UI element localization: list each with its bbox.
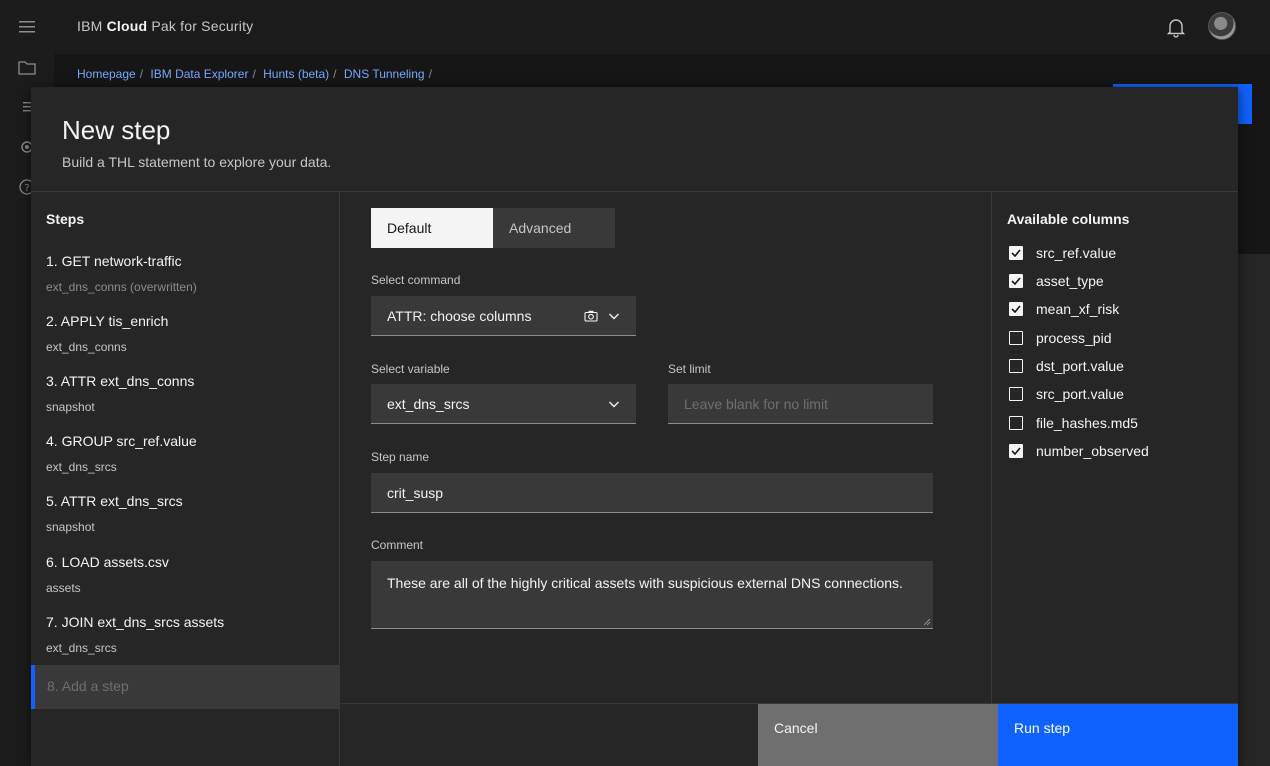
column-option[interactable]: process_pid bbox=[1009, 329, 1112, 347]
menu-icon[interactable] bbox=[16, 16, 38, 38]
step-name: 3. ATTR ext_dns_conns bbox=[46, 373, 195, 389]
breadcrumb-homepage[interactable]: Homepage bbox=[77, 67, 136, 81]
step-item[interactable]: 6. LOAD assets.csv assets bbox=[46, 553, 326, 595]
breadcrumb-hunts[interactable]: Hunts (beta) bbox=[263, 67, 329, 81]
checkbox[interactable] bbox=[1009, 274, 1023, 288]
step-name-value: crit_susp bbox=[387, 484, 444, 501]
mode-switcher: Default Advanced bbox=[371, 208, 615, 248]
step-item[interactable]: 1. GET network-traffic ext_dns_conns (ov… bbox=[46, 252, 326, 294]
comment-textarea[interactable]: These are all of the highly critical ass… bbox=[371, 561, 933, 629]
chevron-down-icon bbox=[609, 401, 619, 408]
checkbox[interactable] bbox=[1009, 416, 1023, 430]
columns-title: Available columns bbox=[1007, 211, 1130, 227]
variable-dropdown[interactable]: ext_dns_srcs bbox=[371, 384, 636, 424]
column-option[interactable]: asset_type bbox=[1009, 272, 1104, 290]
column-label: asset_type bbox=[1036, 273, 1104, 289]
step-variable: snapshot bbox=[46, 520, 95, 534]
step-variable: ext_dns_srcs bbox=[46, 460, 117, 474]
user-avatar[interactable] bbox=[1208, 12, 1236, 40]
step-name: 6. LOAD assets.csv bbox=[46, 554, 169, 570]
column-label: process_pid bbox=[1036, 330, 1112, 346]
step-form: Default Advanced Select command ATTR: ch… bbox=[341, 192, 992, 766]
checkbox[interactable] bbox=[1009, 387, 1023, 401]
variable-value: ext_dns_srcs bbox=[387, 395, 470, 412]
column-label: number_observed bbox=[1036, 443, 1149, 459]
step-name-label: Step name bbox=[371, 450, 430, 464]
checkbox[interactable] bbox=[1009, 302, 1023, 316]
step-item[interactable]: 3. ATTR ext_dns_conns snapshot bbox=[46, 372, 326, 414]
command-value: ATTR: choose columns bbox=[387, 307, 532, 324]
step-name: 2. APPLY tis_enrich bbox=[46, 313, 169, 329]
modal-footer: Cancel Run step bbox=[341, 703, 1238, 766]
step-item[interactable]: 4. GROUP src_ref.value ext_dns_srcs bbox=[46, 432, 326, 474]
cancel-button[interactable]: Cancel bbox=[758, 704, 998, 766]
modal-body: Steps 1. GET network-traffic ext_dns_con… bbox=[31, 191, 1238, 766]
checkbox[interactable] bbox=[1009, 359, 1023, 373]
modal-subtitle: Build a THL statement to explore your da… bbox=[62, 154, 332, 170]
breadcrumb-dns-tunneling[interactable]: DNS Tunneling bbox=[344, 67, 425, 81]
modal-title: New step bbox=[62, 115, 171, 145]
column-option[interactable]: src_ref.value bbox=[1009, 244, 1116, 262]
column-option[interactable]: file_hashes.md5 bbox=[1009, 414, 1138, 432]
camera-icon[interactable] bbox=[584, 309, 598, 323]
folder-icon[interactable] bbox=[16, 57, 38, 79]
column-option[interactable]: number_observed bbox=[1009, 442, 1149, 460]
steps-panel: Steps 1. GET network-traffic ext_dns_con… bbox=[31, 192, 340, 766]
step-name: 4. GROUP src_ref.value bbox=[46, 433, 197, 449]
steps-title: Steps bbox=[46, 211, 85, 227]
step-variable: snapshot bbox=[46, 400, 95, 414]
breadcrumb-data-explorer[interactable]: IBM Data Explorer bbox=[150, 67, 248, 81]
limit-label: Set limit bbox=[668, 362, 711, 376]
step-name-input[interactable]: crit_susp bbox=[371, 473, 933, 513]
tab-default[interactable]: Default bbox=[371, 208, 493, 248]
chevron-down-icon bbox=[609, 313, 619, 320]
column-label: mean_xf_risk bbox=[1036, 301, 1120, 317]
tab-advanced[interactable]: Advanced bbox=[493, 208, 615, 248]
step-item[interactable]: 5. ATTR ext_dns_srcs snapshot bbox=[46, 492, 326, 534]
limit-placeholder: Leave blank for no limit bbox=[684, 395, 828, 412]
step-variable: ext_dns_conns bbox=[46, 340, 127, 354]
comment-value: These are all of the highly critical ass… bbox=[387, 575, 903, 591]
background-panel bbox=[1238, 254, 1270, 766]
column-label: src_port.value bbox=[1036, 386, 1124, 402]
column-label: dst_port.value bbox=[1036, 358, 1124, 374]
step-name: 7. JOIN ext_dns_srcs assets bbox=[46, 614, 225, 630]
available-columns-panel: Available columns src_ref.value asset_ty… bbox=[993, 192, 1238, 702]
breadcrumb: Homepage / IBM Data Explorer / Hunts (beta… bbox=[77, 67, 432, 81]
column-label: file_hashes.md5 bbox=[1036, 415, 1138, 431]
app-title[interactable]: IBM Cloud Pak for Security bbox=[77, 18, 253, 34]
comment-label: Comment bbox=[371, 538, 424, 552]
step-variable: ext_dns_srcs bbox=[46, 641, 117, 655]
column-option[interactable]: src_port.value bbox=[1009, 385, 1124, 403]
checkbox[interactable] bbox=[1009, 246, 1023, 260]
new-step-modal: New step Build a THL statement to explor… bbox=[31, 87, 1238, 766]
step-variable: ext_dns_conns (overwritten) bbox=[46, 280, 197, 294]
command-label: Select command bbox=[371, 273, 461, 287]
column-label: src_ref.value bbox=[1036, 245, 1117, 261]
step-item[interactable]: 2. APPLY tis_enrich ext_dns_conns bbox=[46, 312, 326, 354]
variable-label: Select variable bbox=[371, 362, 450, 376]
step-item[interactable]: 7. JOIN ext_dns_srcs assets ext_dns_srcs bbox=[46, 613, 326, 655]
checkbox[interactable] bbox=[1009, 331, 1023, 345]
svg-text:?: ? bbox=[24, 183, 29, 194]
step-variable: assets bbox=[46, 581, 81, 595]
column-option[interactable]: dst_port.value bbox=[1009, 357, 1124, 375]
add-step-item[interactable]: 8. Add a step bbox=[31, 665, 340, 709]
resize-handle-icon[interactable] bbox=[923, 618, 931, 626]
step-name: 1. GET network-traffic bbox=[46, 253, 182, 269]
step-name: 5. ATTR ext_dns_srcs bbox=[46, 493, 183, 509]
notification-icon[interactable] bbox=[1164, 15, 1188, 39]
command-dropdown[interactable]: ATTR: choose columns bbox=[371, 296, 636, 336]
add-step-label: 8. Add a step bbox=[47, 678, 129, 694]
limit-input[interactable]: Leave blank for no limit bbox=[668, 384, 933, 424]
run-step-button[interactable]: Run step bbox=[998, 704, 1238, 766]
checkbox[interactable] bbox=[1009, 444, 1023, 458]
column-option[interactable]: mean_xf_risk bbox=[1009, 300, 1119, 318]
